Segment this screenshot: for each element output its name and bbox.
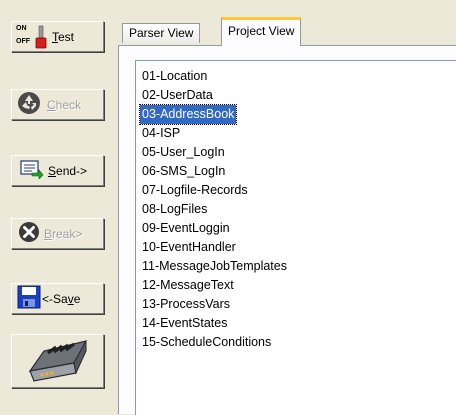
- list-item[interactable]: 01-Location: [138, 67, 456, 86]
- modem-device-icon: [26, 337, 90, 386]
- list-item[interactable]: 10-EventHandler: [138, 238, 456, 257]
- list-item-label: 07-Logfile-Records: [142, 183, 248, 197]
- list-item[interactable]: 03-AddressBook: [138, 104, 456, 125]
- device-button[interactable]: [11, 334, 104, 388]
- list-item[interactable]: 02-UserData: [138, 86, 456, 105]
- project-view-panel: 01-Location 02-UserData 03-AddressBook 04-I…: [118, 45, 456, 415]
- list-item-label: 08-LogFiles: [142, 202, 208, 216]
- tab-parser-view[interactable]: Parser View: [122, 23, 201, 43]
- break-label: Break>: [44, 226, 83, 241]
- send-label: Send->: [48, 163, 88, 178]
- list-item-label: 06-SMS_LogIn: [142, 164, 226, 178]
- test-button[interactable]: ON OFF Test: [11, 21, 104, 52]
- project-list-items: 01-Location 02-UserData 03-AddressBook 04-I…: [136, 61, 456, 352]
- list-item[interactable]: 04-ISP: [138, 124, 456, 143]
- list-item[interactable]: 15-ScheduleConditions: [138, 333, 456, 352]
- list-item[interactable]: 07-Logfile-Records: [138, 181, 456, 200]
- stop-x-icon: [18, 221, 40, 246]
- check-button[interactable]: Check: [11, 89, 104, 120]
- list-item[interactable]: 09-EventLoggin: [138, 219, 456, 238]
- list-item[interactable]: 08-LogFiles: [138, 200, 456, 219]
- list-item-label: 15-ScheduleConditions: [142, 335, 272, 349]
- list-item-label: 13-ProcessVars: [142, 297, 230, 311]
- floppy-disk-icon: [17, 285, 41, 312]
- list-item[interactable]: 12-MessageText: [138, 276, 456, 295]
- list-item-label: 03-AddressBook: [138, 104, 238, 125]
- on-off-switch-icon: ON OFF: [16, 25, 50, 49]
- save-label: <-Save: [42, 291, 81, 306]
- recycle-icon: [17, 91, 41, 118]
- list-item-label: 11-MessageJobTemplates: [142, 259, 287, 273]
- tab-project-view[interactable]: Project View: [221, 17, 302, 46]
- list-item[interactable]: 11-MessageJobTemplates: [138, 257, 456, 276]
- left-toolbar: ON OFF Test Check Send-> Break> <-Save: [0, 0, 114, 414]
- check-label: Check: [47, 97, 82, 112]
- on-label: ON: [16, 24, 27, 32]
- list-item-label: 10-EventHandler: [142, 240, 236, 254]
- save-button[interactable]: <-Save: [11, 283, 104, 314]
- list-item-label: 01-Location: [142, 69, 208, 83]
- list-item-label: 02-UserData: [142, 88, 213, 102]
- test-label: Test: [52, 29, 75, 44]
- list-item[interactable]: 06-SMS_LogIn: [138, 162, 456, 181]
- view-tabs: Parser View Project View: [114, 0, 456, 48]
- project-list[interactable]: 01-Location 02-UserData 03-AddressBook 04-I…: [135, 60, 456, 415]
- list-item-label: 12-MessageText: [142, 278, 234, 292]
- list-item-label: 14-EventStates: [142, 316, 228, 330]
- send-arrow-icon: [20, 159, 44, 182]
- break-button[interactable]: Break>: [11, 218, 104, 249]
- list-item[interactable]: 05-User_LogIn: [138, 143, 456, 162]
- switch-lever-icon: [35, 25, 47, 48]
- list-item[interactable]: 14-EventStates: [138, 314, 456, 333]
- list-item-label: 04-ISP: [142, 126, 181, 140]
- list-item[interactable]: 13-ProcessVars: [138, 295, 456, 314]
- send-button[interactable]: Send->: [11, 155, 104, 186]
- list-item-label: 05-User_LogIn: [142, 145, 225, 159]
- off-label: OFF: [16, 37, 30, 45]
- list-item-label: 09-EventLoggin: [142, 221, 230, 235]
